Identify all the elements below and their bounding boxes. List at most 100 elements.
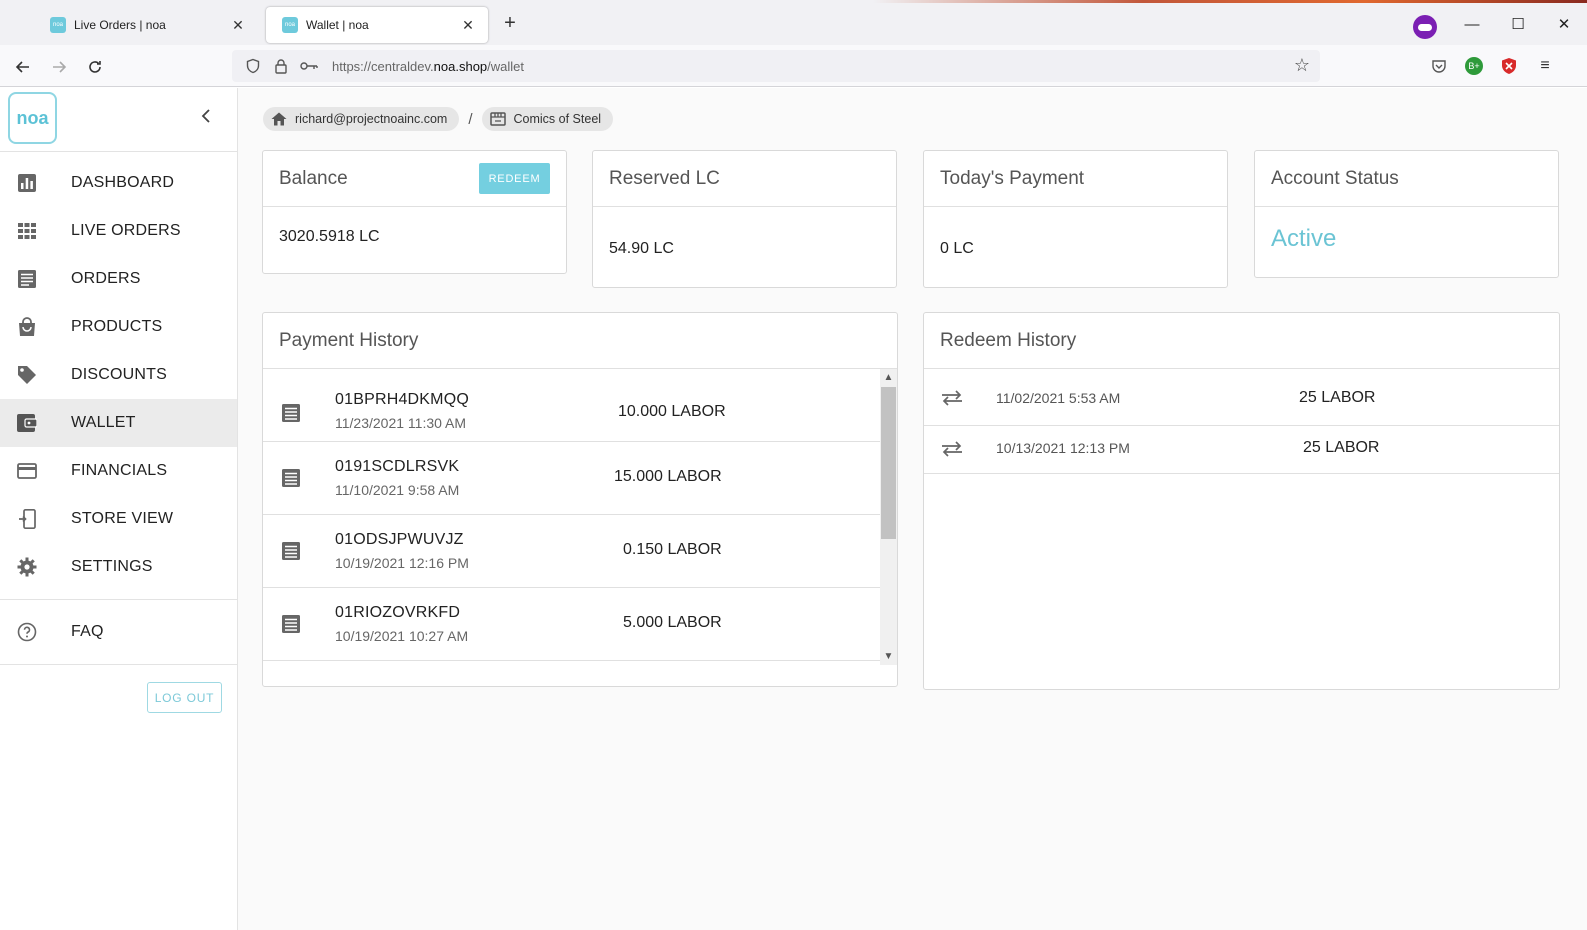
shield-icon[interactable] [242,55,264,77]
app: noa DASHBOARD LIVE ORDERS ORDERS PRODUCT… [0,88,1587,930]
receipt-icon [280,402,302,424]
sidebar-item-products[interactable]: PRODUCTS [0,303,237,351]
scroll-thumb[interactable] [881,387,896,539]
logo-row: noa [0,88,237,152]
payment-date: 10/19/2021 12:16 PM [335,555,469,571]
main-content: richard@projectnoainc.com / Comics of St… [238,88,1587,930]
extension-icon[interactable]: B+ [1463,55,1485,77]
balance-value: 3020.5918 LC [279,228,380,245]
redeem-amount: 25 LABOR [1303,439,1380,456]
maximize-button[interactable]: ☐ [1500,11,1536,37]
store-icon [488,109,508,129]
shopping-bag-icon [17,317,37,337]
scroll-down-icon[interactable]: ▼ [880,648,897,665]
payment-date: 10/19/2021 10:27 AM [335,628,469,644]
scrollbar[interactable]: ▲ ▼ [880,369,897,665]
payment-history-title: Payment History [279,329,419,351]
list-item[interactable]: 10/13/2021 12:13 PM 25 LABOR [924,426,1559,474]
swap-icon [941,387,963,409]
sidebar-item-faq[interactable]: FAQ [0,608,237,656]
sidebar-item-discounts[interactable]: DISCOUNTS [0,351,237,399]
todays-payment-value: 0 LC [940,240,974,257]
list-item[interactable]: 01BPRH4DKMQQ 11/23/2021 11:30 AM 10.000 … [263,369,897,442]
phone-link-icon [17,509,37,529]
account-status-title: Account Status [1271,167,1399,189]
sidebar-item-live-orders[interactable]: LIVE ORDERS [0,207,237,255]
breadcrumb-user[interactable]: richard@projectnoainc.com [263,107,460,131]
payment-amount: 10.000 LABOR [618,403,726,420]
shield-extension-icon[interactable] [1498,55,1520,77]
redeem-amount: 25 LABOR [1299,389,1376,406]
card-title: Redeem History [924,313,1559,369]
list-item[interactable]: 01ODSJPWUVJZ 10/19/2021 12:16 PM 0.150 L… [263,515,897,588]
payment-id: 01BPRH4DKMQQ [335,391,469,408]
breadcrumb-separator: / [468,110,473,128]
bookmark-star-icon[interactable]: ☆ [1294,55,1310,76]
breadcrumb-user-label: richard@projectnoainc.com [295,112,448,126]
key-icon[interactable] [298,55,320,77]
lock-icon[interactable] [270,55,292,77]
redeem-date: 11/02/2021 5:53 AM [996,390,1121,406]
account-status-value: Active [1271,225,1337,252]
sidebar-divider [0,664,237,665]
reload-button[interactable] [82,54,108,80]
sidebar-item-label: FAQ [71,623,104,640]
payment-amount: 5.000 LABOR [623,614,722,631]
back-button[interactable] [10,54,36,80]
sidebar-item-dashboard[interactable]: DASHBOARD [0,159,237,207]
redeem-history-title: Redeem History [940,329,1077,351]
payment-history-list[interactable]: 01BPRH4DKMQQ 11/23/2021 11:30 AM 10.000 … [263,369,897,665]
card-title: Reserved LC [593,151,896,207]
forward-button[interactable] [46,54,72,80]
breadcrumb: richard@projectnoainc.com / Comics of St… [263,107,614,131]
help-circle-icon [17,622,37,642]
account-status-card: Account Status Active [1254,150,1559,278]
menu-icon[interactable]: ≡ [1534,55,1556,77]
reserved-title: Reserved LC [609,167,720,189]
tag-icon [17,365,37,385]
logout-button[interactable]: LOG OUT [147,682,222,713]
close-icon[interactable]: ✕ [230,17,246,34]
list-item[interactable]: 11/02/2021 5:53 AM 25 LABOR [924,369,1559,426]
scroll-up-icon[interactable]: ▲ [880,369,897,386]
sidebar-item-wallet[interactable]: WALLET [0,399,237,447]
minimize-button[interactable]: — [1454,11,1490,37]
tab-title: Wallet | noa [306,18,369,32]
reserved-lc-card: Reserved LC 54.90 LC [592,150,897,288]
pocket-icon[interactable] [1428,55,1450,77]
sidebar-item-financials[interactable]: FINANCIALS [0,447,237,495]
close-icon[interactable]: ✕ [460,17,476,34]
redeem-button[interactable]: REDEEM [479,163,550,194]
receipt-icon [280,467,302,489]
tab-title: Live Orders | noa [74,18,166,32]
collapse-sidebar-icon[interactable] [196,108,216,130]
payment-id: 01RIOZOVRKFD [335,604,461,621]
sidebar-item-settings[interactable]: SETTINGS [0,543,237,591]
sidebar: noa DASHBOARD LIVE ORDERS ORDERS PRODUCT… [0,88,238,930]
new-tab-button[interactable]: + [498,12,522,36]
noa-logo[interactable]: noa [8,92,57,144]
close-window-button[interactable]: ✕ [1546,11,1582,37]
tab-live-orders[interactable]: noa Live Orders | noa ✕ [34,7,258,43]
todays-payment-title: Today's Payment [940,167,1085,189]
sidebar-item-label: DISCOUNTS [71,366,168,383]
breadcrumb-store[interactable]: Comics of Steel [481,107,614,131]
gear-icon [17,557,37,577]
sidebar-item-store-view[interactable]: STORE VIEW [0,495,237,543]
payment-history-card: Payment History 01BPRH4DKMQQ 11/23/2021 … [262,312,898,687]
url-bar[interactable]: https://centraldev.noa.shop/wallet ☆ [232,50,1320,82]
credit-card-icon [17,461,37,481]
sidebar-item-label: STORE VIEW [71,510,174,527]
sidebar-item-orders[interactable]: ORDERS [0,255,237,303]
url-text[interactable]: https://centraldev.noa.shop/wallet [332,59,524,74]
swap-icon [941,438,963,460]
redeem-history-card: Redeem History 11/02/2021 5:53 AM 25 LAB… [923,312,1560,690]
bar-chart-icon [17,173,37,193]
private-mask-icon[interactable] [1413,15,1437,39]
list-item[interactable]: 0191SCDLRSVK 11/10/2021 9:58 AM 15.000 L… [263,442,897,515]
sidebar-item-label: SETTINGS [71,558,153,575]
tab-wallet[interactable]: noa Wallet | noa ✕ [266,7,488,43]
payment-date: 11/10/2021 9:58 AM [335,482,460,498]
list-item[interactable]: 01RIOZOVRKFD 10/19/2021 10:27 AM 5.000 L… [263,588,897,661]
receipt-icon [280,540,302,562]
